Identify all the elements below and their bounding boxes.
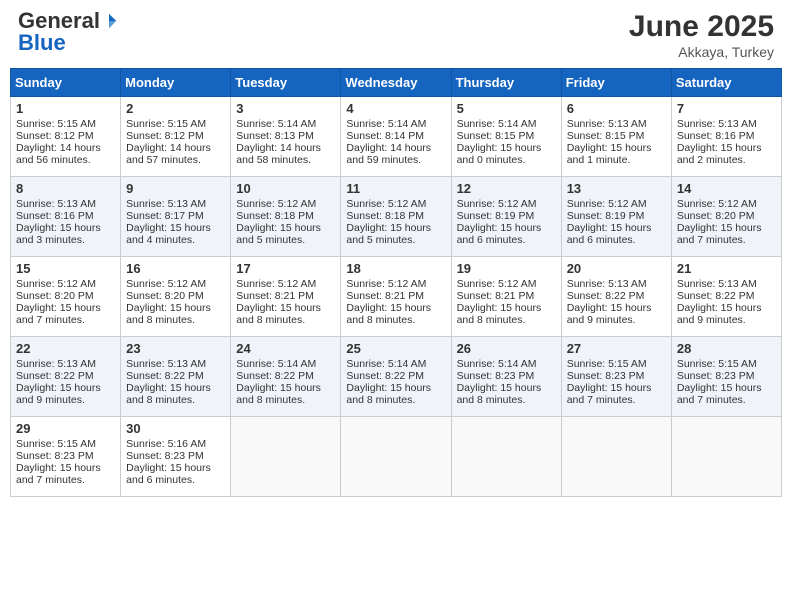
day-25: 25Sunrise: 5:14 AMSunset: 8:22 PMDayligh… — [341, 337, 451, 417]
day-1: 1Sunrise: 5:15 AMSunset: 8:12 PMDaylight… — [11, 97, 121, 177]
header-monday: Monday — [121, 69, 231, 97]
day-8: 8Sunrise: 5:13 AMSunset: 8:16 PMDaylight… — [11, 177, 121, 257]
day-2: 2Sunrise: 5:15 AMSunset: 8:12 PMDaylight… — [121, 97, 231, 177]
day-16: 16Sunrise: 5:12 AMSunset: 8:20 PMDayligh… — [121, 257, 231, 337]
header-wednesday: Wednesday — [341, 69, 451, 97]
day-3: 3Sunrise: 5:14 AMSunset: 8:13 PMDaylight… — [231, 97, 341, 177]
day-24: 24Sunrise: 5:14 AMSunset: 8:22 PMDayligh… — [231, 337, 341, 417]
month-year: June 2025 — [629, 10, 774, 44]
header-tuesday: Tuesday — [231, 69, 341, 97]
day-6: 6Sunrise: 5:13 AMSunset: 8:15 PMDaylight… — [561, 97, 671, 177]
empty-cell-2 — [341, 417, 451, 497]
title-block: June 2025 Akkaya, Turkey — [629, 10, 774, 60]
day-11: 11Sunrise: 5:12 AMSunset: 8:18 PMDayligh… — [341, 177, 451, 257]
empty-cell-1 — [231, 417, 341, 497]
day-13: 13Sunrise: 5:12 AMSunset: 8:19 PMDayligh… — [561, 177, 671, 257]
empty-cell-4 — [561, 417, 671, 497]
day-29: 29Sunrise: 5:15 AMSunset: 8:23 PMDayligh… — [11, 417, 121, 497]
day-23: 23Sunrise: 5:13 AMSunset: 8:22 PMDayligh… — [121, 337, 231, 417]
day-22: 22Sunrise: 5:13 AMSunset: 8:22 PMDayligh… — [11, 337, 121, 417]
day-5: 5Sunrise: 5:14 AMSunset: 8:15 PMDaylight… — [451, 97, 561, 177]
day-9: 9Sunrise: 5:13 AMSunset: 8:17 PMDaylight… — [121, 177, 231, 257]
week-row-4: 22Sunrise: 5:13 AMSunset: 8:22 PMDayligh… — [11, 337, 782, 417]
day-28: 28Sunrise: 5:15 AMSunset: 8:23 PMDayligh… — [671, 337, 781, 417]
weekday-header-row: Sunday Monday Tuesday Wednesday Thursday… — [11, 69, 782, 97]
location: Akkaya, Turkey — [629, 44, 774, 60]
header-friday: Friday — [561, 69, 671, 97]
day-20: 20Sunrise: 5:13 AMSunset: 8:22 PMDayligh… — [561, 257, 671, 337]
day-30: 30Sunrise: 5:16 AMSunset: 8:23 PMDayligh… — [121, 417, 231, 497]
week-row-5: 29Sunrise: 5:15 AMSunset: 8:23 PMDayligh… — [11, 417, 782, 497]
page-header: General Blue June 2025 Akkaya, Turkey — [10, 10, 782, 60]
day-17: 17Sunrise: 5:12 AMSunset: 8:21 PMDayligh… — [231, 257, 341, 337]
header-thursday: Thursday — [451, 69, 561, 97]
logo-general: General — [18, 10, 100, 32]
logo: General Blue — [18, 10, 118, 54]
day-27: 27Sunrise: 5:15 AMSunset: 8:23 PMDayligh… — [561, 337, 671, 417]
day-14: 14Sunrise: 5:12 AMSunset: 8:20 PMDayligh… — [671, 177, 781, 257]
week-row-1: 1Sunrise: 5:15 AMSunset: 8:12 PMDaylight… — [11, 97, 782, 177]
day-26: 26Sunrise: 5:14 AMSunset: 8:23 PMDayligh… — [451, 337, 561, 417]
header-saturday: Saturday — [671, 69, 781, 97]
logo-icon — [100, 12, 118, 30]
day-19: 19Sunrise: 5:12 AMSunset: 8:21 PMDayligh… — [451, 257, 561, 337]
empty-cell-3 — [451, 417, 561, 497]
day-10: 10Sunrise: 5:12 AMSunset: 8:18 PMDayligh… — [231, 177, 341, 257]
day-15: 15Sunrise: 5:12 AMSunset: 8:20 PMDayligh… — [11, 257, 121, 337]
day-4: 4Sunrise: 5:14 AMSunset: 8:14 PMDaylight… — [341, 97, 451, 177]
week-row-3: 15Sunrise: 5:12 AMSunset: 8:20 PMDayligh… — [11, 257, 782, 337]
day-18: 18Sunrise: 5:12 AMSunset: 8:21 PMDayligh… — [341, 257, 451, 337]
empty-cell-5 — [671, 417, 781, 497]
calendar-table: Sunday Monday Tuesday Wednesday Thursday… — [10, 68, 782, 497]
logo-blue: Blue — [18, 32, 66, 54]
header-sunday: Sunday — [11, 69, 121, 97]
day-12: 12Sunrise: 5:12 AMSunset: 8:19 PMDayligh… — [451, 177, 561, 257]
day-7: 7Sunrise: 5:13 AMSunset: 8:16 PMDaylight… — [671, 97, 781, 177]
week-row-2: 8Sunrise: 5:13 AMSunset: 8:16 PMDaylight… — [11, 177, 782, 257]
day-21: 21Sunrise: 5:13 AMSunset: 8:22 PMDayligh… — [671, 257, 781, 337]
